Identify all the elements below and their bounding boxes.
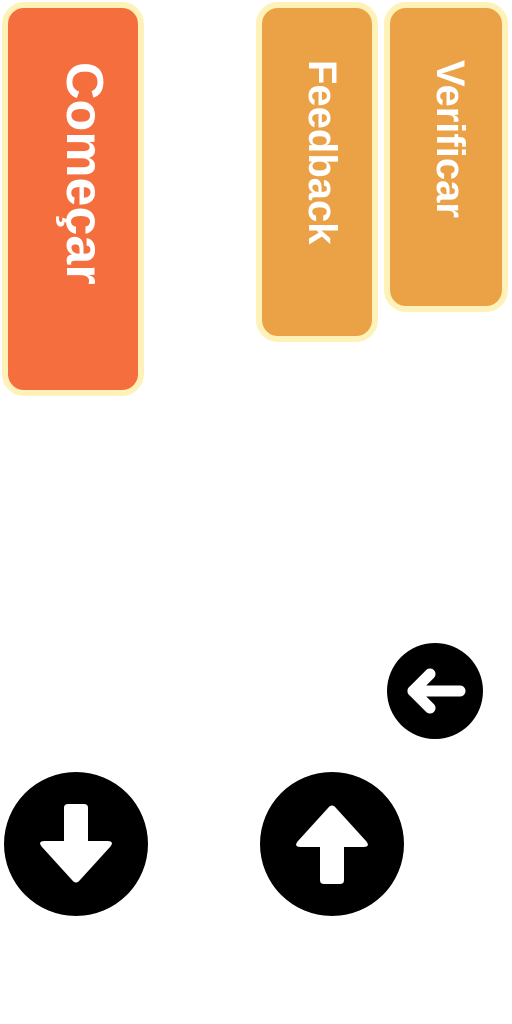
app-screen: Começar Feedback Verificar: [0, 0, 512, 1024]
start-button[interactable]: Começar: [2, 2, 144, 396]
move-up-button[interactable]: [259, 771, 405, 917]
arrow-left-circle-icon: [387, 643, 483, 739]
feedback-button-label: Feedback: [300, 60, 344, 245]
start-button-label: Começar: [55, 62, 113, 285]
arrow-up-circle-icon: [260, 772, 404, 916]
arrow-down-circle-icon: [4, 772, 148, 916]
feedback-button[interactable]: Feedback: [256, 2, 378, 342]
verify-button-label: Verificar: [428, 60, 472, 218]
move-down-button[interactable]: [3, 771, 149, 917]
back-button[interactable]: [386, 642, 484, 740]
verify-button[interactable]: Verificar: [384, 2, 508, 312]
